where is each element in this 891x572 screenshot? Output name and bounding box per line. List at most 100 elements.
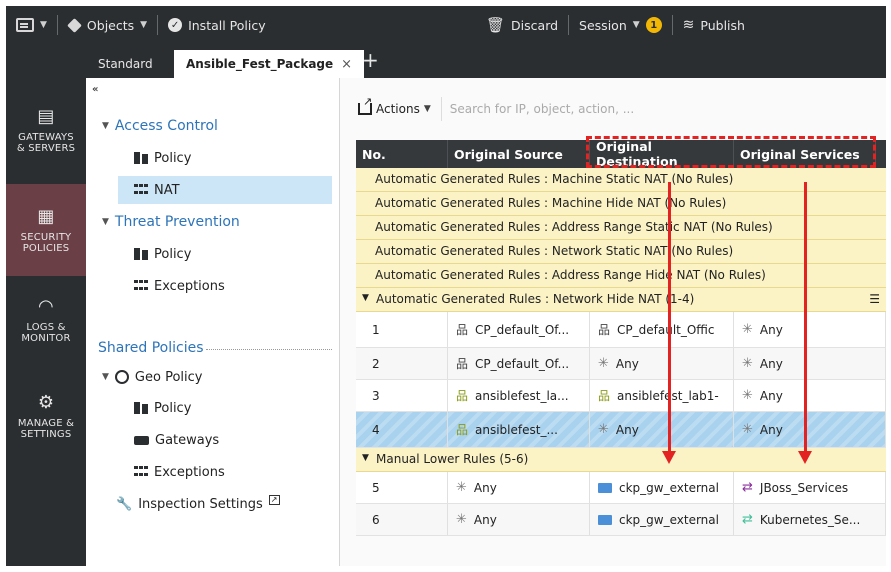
services-cell[interactable]: ✳ Any	[734, 380, 886, 411]
source-cell[interactable]: 品 ansiblefest_la...	[448, 380, 590, 411]
objects-menu-button[interactable]: Objects ▼	[58, 6, 157, 44]
tab-ansible-label: Ansible_Fest_Package	[186, 57, 334, 71]
services-value: Any	[759, 422, 783, 437]
destination-cell[interactable]: ✳ Any	[590, 348, 734, 379]
actions-icon	[358, 95, 372, 115]
host-icon	[598, 514, 612, 525]
services-cell[interactable]: ⇄ JBoss_Services	[734, 472, 886, 503]
chevron-down-icon: ▼	[632, 20, 640, 30]
external-link-icon: ↗	[268, 495, 280, 505]
services-cell[interactable]: ✳ Any	[734, 312, 886, 347]
tree-geo-policy[interactable]: ▼ Geo Policy	[102, 365, 202, 389]
services-cell[interactable]: ✳ Any	[734, 348, 886, 379]
session-count-badge: 1	[645, 17, 662, 33]
discard-button[interactable]: 🗑 Discard	[476, 6, 568, 44]
network-icon: 品	[456, 323, 469, 337]
destination-cell[interactable]: 品 CP_default_Offic	[590, 312, 734, 347]
tree-exceptions[interactable]: Exceptions	[134, 460, 225, 484]
rule-number: 6	[356, 504, 448, 535]
tab-standard[interactable]: Standard	[86, 50, 165, 78]
down-arrow-annotation	[662, 182, 676, 464]
tree-shared-policies[interactable]: Shared Policies	[98, 336, 204, 360]
section-label: Manual Lower Rules (5-6)	[376, 452, 529, 466]
col-no[interactable]: No.	[356, 140, 448, 168]
network-group-icon: 品	[456, 389, 469, 403]
services-cell[interactable]: ✳ Any	[734, 412, 886, 447]
discard-label: Discard	[511, 17, 559, 33]
highlight-box	[586, 136, 876, 168]
destination-value: Any	[615, 422, 639, 437]
source-cell[interactable]: 品 ansiblefest_...	[448, 412, 590, 447]
network-icon: 品	[456, 357, 469, 371]
tree-nat[interactable]: NAT	[118, 176, 332, 204]
network-icon: 品	[598, 323, 611, 337]
policy-tree-panel: « ▼ Access Control Policy NAT ▼ Threat P…	[86, 78, 340, 566]
exceptions-label: Exceptions	[154, 464, 225, 480]
destination-cell[interactable]: ckp_gw_external	[590, 472, 734, 503]
divider	[206, 349, 332, 350]
shared-policies-label: Shared Policies	[98, 340, 204, 356]
group-label: Automatic Generated Rules : Machine Hide…	[375, 196, 727, 210]
exceptions-icon	[134, 466, 148, 478]
tree-threat-exceptions[interactable]: Exceptions	[134, 274, 225, 298]
destination-value: ckp_gw_external	[619, 512, 719, 527]
firewall-icon: ▦	[37, 205, 55, 227]
tree-threat-prevention[interactable]: ▼ Threat Prevention	[102, 210, 240, 234]
source-value: CP_default_Of...	[475, 322, 570, 337]
collapse-panel-button[interactable]: «	[92, 84, 98, 95]
destination-value: ckp_gw_external	[619, 480, 719, 495]
tree-gateways[interactable]: Gateways	[134, 428, 219, 452]
group-label: Automatic Generated Rules : Address Rang…	[375, 220, 773, 234]
services-value: Any	[759, 388, 783, 403]
tree-threat-policy[interactable]: Policy	[134, 242, 191, 266]
source-cell[interactable]: 品 CP_default_Of...	[448, 348, 590, 379]
section-label: Automatic Generated Rules : Network Hide…	[376, 292, 695, 306]
install-policy-button[interactable]: ✓ Install Policy	[158, 6, 276, 44]
source-cell[interactable]: ✳ Any	[448, 472, 590, 503]
any-icon: ✳	[742, 388, 753, 403]
nav-manage-settings[interactable]: ⚙ MANAGE & SETTINGS	[6, 392, 86, 440]
tab-ansible-fest-package[interactable]: Ansible_Fest_Package ×	[174, 50, 365, 78]
exceptions-icon	[134, 280, 148, 292]
actions-button[interactable]: Actions ▼	[354, 95, 435, 121]
nav-gateways-servers[interactable]: ▤ GATEWAYS & SERVERS	[6, 106, 86, 154]
destination-cell[interactable]: ✳ Any	[590, 412, 734, 447]
add-tab-button[interactable]: +	[362, 48, 379, 72]
any-icon: ✳	[742, 356, 753, 371]
destination-value: Any	[615, 356, 639, 371]
any-icon: ✳	[742, 422, 753, 437]
destination-value: CP_default_Offic	[617, 322, 715, 337]
publish-button[interactable]: ≋ Publish	[673, 6, 755, 44]
col-original-source[interactable]: Original Source	[448, 140, 590, 168]
policy-icon	[134, 152, 148, 164]
menu-icon[interactable]: ☰	[869, 292, 880, 306]
tree-geo-policy-item[interactable]: Policy	[134, 396, 191, 420]
gauge-icon: ◠	[38, 295, 54, 317]
table-row[interactable]: 5 ✳ Any ckp_gw_external ⇄ JBoss_Services	[356, 472, 886, 504]
app-menu-button[interactable]: ▼	[6, 6, 57, 44]
close-icon[interactable]: ×	[341, 57, 352, 72]
search-input[interactable]: Search for IP, object, action, ...	[440, 97, 881, 121]
group-label: Automatic Generated Rules : Machine Stat…	[375, 172, 734, 186]
nav-logs-monitor[interactable]: ◠ LOGS & MONITOR	[6, 296, 86, 344]
chevron-down-icon: ▼	[362, 293, 369, 303]
geo-policy-icon	[114, 370, 129, 384]
chevron-down-icon: ▼	[40, 20, 47, 30]
threat-exceptions-label: Exceptions	[154, 278, 225, 294]
tab-standard-label: Standard	[98, 57, 153, 71]
tree-access-policy[interactable]: Policy	[134, 146, 191, 170]
policy-icon	[134, 248, 148, 260]
destination-cell[interactable]: ckp_gw_external	[590, 504, 734, 535]
nav-security-policies[interactable]: ▦ SECURITY POLICIES	[6, 184, 86, 276]
source-cell[interactable]: 品 CP_default_Of...	[448, 312, 590, 347]
destination-cell[interactable]: 品ansiblefest_lab1-	[590, 380, 734, 411]
any-icon: ✳	[456, 480, 467, 495]
table-row[interactable]: 6 ✳ Any ckp_gw_external ⇄ Kubernetes_Se...	[356, 504, 886, 536]
services-cell[interactable]: ⇄ Kubernetes_Se...	[734, 504, 886, 535]
session-menu-button[interactable]: Session ▼ 1	[569, 6, 672, 44]
tree-access-control[interactable]: ▼ Access Control	[102, 114, 218, 138]
source-cell[interactable]: ✳ Any	[448, 504, 590, 535]
trash-icon: 🗑	[486, 16, 506, 34]
tree-inspection-settings[interactable]: 🔧 Inspection Settings ↗	[116, 492, 280, 516]
rule-number: 3	[356, 380, 448, 411]
